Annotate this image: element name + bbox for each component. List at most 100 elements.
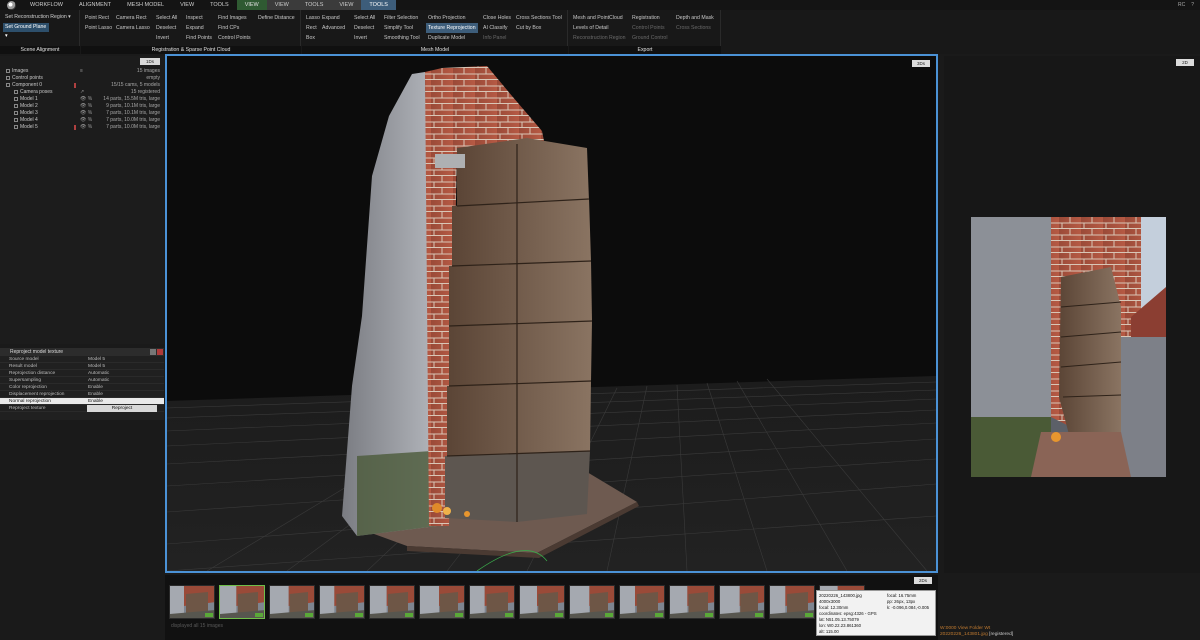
prop-displacement-reprojection[interactable]: Displacement reprojection Enable [0, 391, 164, 398]
pin-icon[interactable] [150, 349, 156, 355]
export-registration-button[interactable]: Registration [630, 13, 669, 23]
thumbnail-4[interactable] [319, 585, 365, 619]
ai-classify-button[interactable]: AI Classify [481, 23, 513, 33]
control-points-button[interactable]: Control Points [216, 33, 253, 43]
expand-icon[interactable] [6, 68, 10, 73]
mesh-invert-button[interactable]: Invert [352, 33, 377, 43]
expand-icon[interactable] [14, 110, 18, 115]
expand-icon[interactable] [14, 96, 18, 101]
box-button[interactable]: Box [304, 33, 322, 43]
thumbnail-8[interactable] [519, 585, 565, 619]
tree-row-model-4[interactable]: Model 4 👁 % 7 parts, 10.0M tris, large [0, 117, 164, 124]
camera-rect-button[interactable]: Camera Rect [114, 13, 152, 23]
thumbnail-9[interactable] [569, 585, 615, 619]
find-images-button[interactable]: Find Images [216, 13, 253, 23]
thumbnail-11[interactable] [669, 585, 715, 619]
deselect-button[interactable]: Deselect [154, 23, 179, 33]
export-mesh-pointcloud-button[interactable]: Mesh and PointCloud [571, 13, 627, 23]
thumbnail-3[interactable] [269, 585, 315, 619]
tree-row-model-3[interactable]: Model 3 👁 % 7 parts, 10.1M tris, large [0, 110, 164, 117]
mesh-deselect-button[interactable]: Deselect [352, 23, 377, 33]
define-distance-button[interactable]: Define Distance [256, 13, 297, 23]
tab-mesh-model[interactable]: MESH MODEL [119, 0, 172, 10]
filter-selection-button[interactable]: Filter Selection [382, 13, 422, 23]
invert-button[interactable]: Invert [154, 33, 179, 43]
prop-reprojection-distance[interactable]: Reprojection distance Automatic [0, 370, 164, 377]
prop-supersampling[interactable]: Supersampling Automatic [0, 377, 164, 384]
rc-label[interactable]: RC [1178, 2, 1185, 8]
thumbnail-13[interactable] [769, 585, 815, 619]
model-scene[interactable] [167, 56, 936, 571]
prop-source-model[interactable]: Source model Model 5 [0, 356, 164, 363]
tab-tools-2[interactable]: TOOLS [296, 0, 332, 10]
prop-normal-reprojection[interactable]: Normal reprojection Enable [0, 398, 164, 405]
tree-row-images[interactable]: Images ≡ 15 images [0, 68, 164, 75]
export-levels-of-detail-button[interactable]: Levels of Detail [571, 23, 627, 33]
point-lasso-button[interactable]: Point Lasso [83, 23, 114, 33]
find-cps-button[interactable]: Find CPs [216, 23, 253, 33]
selected-photo[interactable] [971, 217, 1166, 477]
filmstrip-button[interactable]: 2Ds [914, 577, 932, 584]
expand-icon[interactable] [14, 117, 18, 122]
visibility-icon[interactable]: 👁 % [80, 103, 92, 110]
tree-panel-button[interactable]: 1Ds [140, 58, 160, 65]
mesh-expand-button[interactable]: Expand [320, 13, 347, 23]
camera-lasso-button[interactable]: Camera Lasso [114, 23, 152, 33]
prop-color-reprojection[interactable]: Color reprojection Enable [0, 384, 164, 391]
duplicate-model-button[interactable]: Duplicate Model [426, 33, 478, 43]
thumbnail-2[interactable] [219, 585, 265, 619]
prop-result-model[interactable]: Result model Model 5 [0, 363, 164, 370]
expand-button[interactable]: Expand [184, 23, 214, 33]
app-logo-icon[interactable] [0, 0, 22, 10]
viewport-2d-button[interactable]: 2D [1176, 59, 1194, 66]
set-ground-plane-dropdown[interactable]: Set Ground Plane ▾ [3, 23, 49, 39]
help-icon[interactable]: ? [1191, 2, 1194, 8]
viewport-2d[interactable]: 2D [944, 56, 1200, 573]
visibility-icon[interactable]: 👁 % [80, 124, 92, 131]
tab-tools-active[interactable]: TOOLS [361, 0, 396, 10]
tab-view[interactable]: VIEW [172, 0, 202, 10]
point-rect-button[interactable]: Point Rect [83, 13, 114, 23]
collapse-icon[interactable] [6, 82, 10, 87]
thumbnail-1[interactable] [169, 585, 215, 619]
thumbnail-10[interactable] [619, 585, 665, 619]
tab-view-green[interactable]: VIEW [236, 0, 267, 10]
smoothing-tool-button[interactable]: Smoothing Tool [382, 33, 422, 43]
export-ground-control-button[interactable]: Ground Control [630, 33, 669, 43]
info-panel-button[interactable]: Info Panel [481, 33, 513, 43]
thumbnail-7[interactable] [469, 585, 515, 619]
thumbnail-12[interactable] [719, 585, 765, 619]
thumbnail-6[interactable] [419, 585, 465, 619]
find-points-button[interactable]: Find Points [184, 33, 214, 43]
tab-view-3[interactable]: VIEW [331, 0, 362, 10]
tab-tools[interactable]: TOOLS [202, 0, 237, 10]
mesh-select-all-button[interactable]: Select All [352, 13, 377, 23]
tab-workflow[interactable]: WORKFLOW [22, 0, 71, 10]
visibility-icon[interactable]: 👁 % [80, 117, 92, 124]
tree-row-control-points[interactable]: Control points empty [0, 75, 164, 82]
visibility-icon[interactable]: 👁 % [80, 96, 92, 103]
visibility-icon[interactable]: 👁 % [80, 110, 92, 117]
cut-by-box-button[interactable]: Cut by Box [514, 23, 564, 33]
cross-sections-tool-button[interactable]: Cross Sections Tool [514, 13, 564, 23]
close-holes-button[interactable]: Close Holes [481, 13, 513, 23]
thumbnail-5[interactable] [369, 585, 415, 619]
reproject-button[interactable]: Reproject [87, 405, 157, 412]
simplify-tool-button[interactable]: Simplify Tool [382, 23, 422, 33]
expand-icon[interactable] [6, 75, 10, 80]
export-depth-mask-button[interactable]: Depth and Mask [674, 13, 716, 23]
tree-row-model-2[interactable]: Model 2 👁 % 9 parts, 10.1M tris, large [0, 103, 164, 110]
tree-row-component[interactable]: Component 0 15/15 cams, 5 models [0, 82, 164, 89]
texture-reprojection-button[interactable]: Texture Reprojection [426, 23, 478, 33]
tree-row-camera-poses[interactable]: Camera poses ↗ 15 registered [0, 89, 164, 96]
tree-row-model-1[interactable]: Model 1 👁 % 14 parts, 15.5M tris, large [0, 96, 164, 103]
select-all-button[interactable]: Select All [154, 13, 179, 23]
viewport-3d-button[interactable]: 3Ds [912, 60, 930, 67]
tab-view-2[interactable]: VIEW [266, 0, 297, 10]
advanced-button[interactable]: Advanced [320, 23, 347, 33]
set-reconstruction-region-dropdown[interactable]: Set Reconstruction Region ▾ [3, 13, 73, 22]
export-control-points-button[interactable]: Control Points [630, 23, 669, 33]
close-icon[interactable] [157, 349, 163, 355]
inspect-button[interactable]: Inspect [184, 13, 214, 23]
expand-icon[interactable] [14, 124, 18, 129]
